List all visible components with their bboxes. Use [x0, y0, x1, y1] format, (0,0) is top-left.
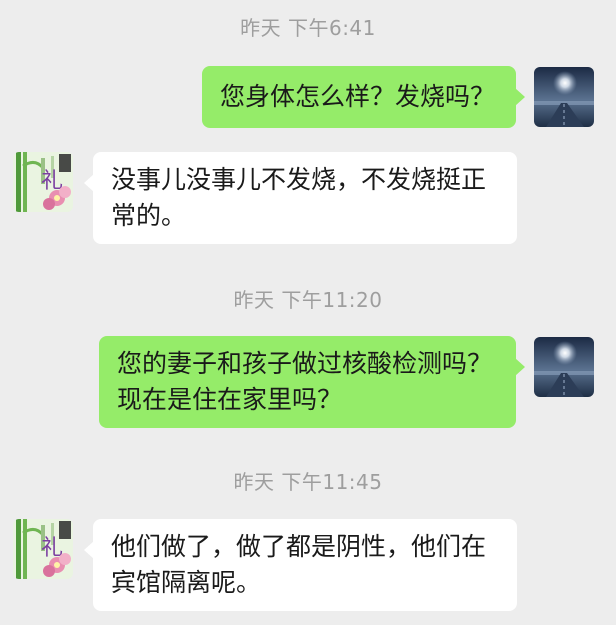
message-bubble-incoming[interactable]: 他们做了，做了都是阴性，他们在 宾馆隔离呢。 — [84, 519, 517, 611]
contact-avatar[interactable]: 礼 — [13, 152, 73, 212]
message-text-line-1: 没事儿没事儿不发烧，不发烧挺正 — [111, 165, 487, 194]
message-bubble-outgoing[interactable]: 您的妻子和孩子做过核酸检测吗？ 现在是住在家里吗？ — [99, 336, 525, 428]
timestamp: 昨天 下午11:45 — [233, 470, 383, 494]
bamboo-flower-gift-avatar-icon: 礼 — [13, 519, 73, 579]
message-bubble-incoming[interactable]: 没事儿没事儿不发烧，不发烧挺正 常的。 — [84, 152, 517, 244]
contact-avatar[interactable]: 礼 — [13, 519, 73, 579]
night-moon-road-avatar-icon — [534, 67, 594, 127]
timestamp: 昨天 下午6:41 — [240, 16, 376, 40]
timestamp: 昨天 下午11:20 — [233, 288, 383, 312]
message-text: 您身体怎么样？发烧吗？ — [220, 82, 496, 111]
self-avatar[interactable] — [534, 337, 594, 397]
message-text-line-2: 现在是住在家里吗？ — [117, 385, 343, 414]
message-text-line-2: 宾馆隔离呢。 — [111, 568, 262, 597]
self-avatar[interactable] — [534, 67, 594, 127]
message-text-line-1: 您的妻子和孩子做过核酸检测吗？ — [117, 349, 493, 378]
bamboo-flower-gift-avatar-icon: 礼 — [13, 152, 73, 212]
message-bubble-outgoing[interactable]: 您身体怎么样？发烧吗？ — [202, 66, 525, 128]
message-text-line-1: 他们做了，做了都是阴性，他们在 — [111, 532, 487, 561]
message-text-line-2: 常的。 — [111, 201, 187, 230]
night-moon-road-avatar-icon — [534, 337, 594, 397]
